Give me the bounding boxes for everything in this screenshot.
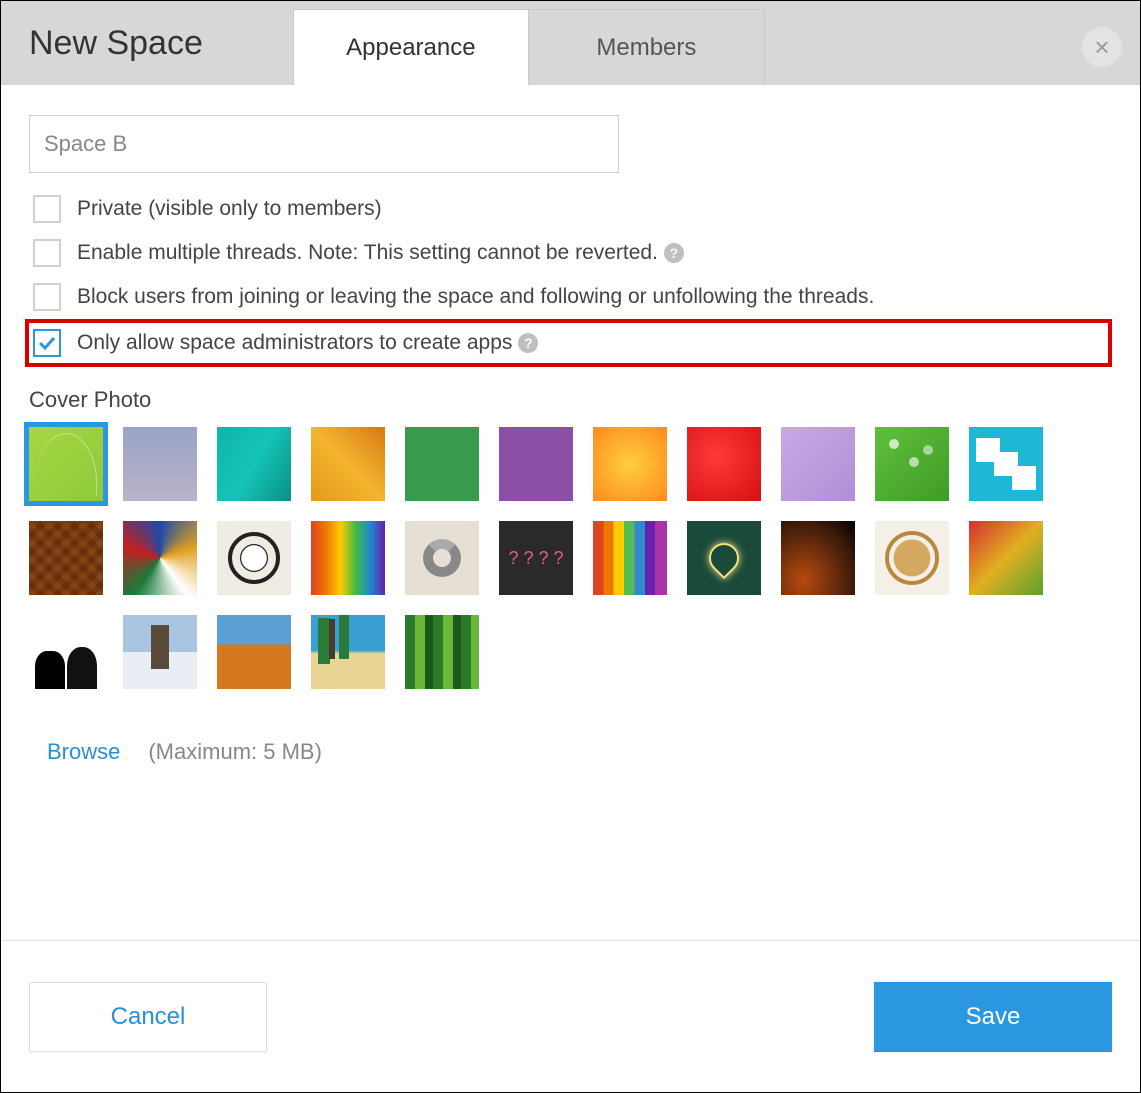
option-private-label: Private (visible only to members) [77, 197, 382, 221]
checkbox-block-join[interactable] [33, 283, 61, 311]
close-icon: × [1094, 32, 1109, 63]
cover-thumb-9[interactable] [781, 427, 855, 501]
cover-thumb-25[interactable] [217, 615, 291, 689]
cover-thumb-18[interactable] [593, 521, 667, 595]
tab-bar: Appearance Members [293, 9, 765, 85]
help-icon[interactable]: ? [664, 243, 684, 263]
appearance-panel: Private (visible only to members) Enable… [1, 85, 1140, 775]
dialog-footer: Cancel Save [1, 940, 1140, 1092]
cover-thumb-15[interactable] [311, 521, 385, 595]
cover-thumb-2[interactable] [123, 427, 197, 501]
check-icon [37, 333, 57, 353]
checkbox-admin-apps[interactable] [33, 329, 61, 357]
tab-appearance[interactable]: Appearance [293, 9, 529, 85]
dialog-header: New Space Appearance Members × [1, 1, 1140, 85]
option-admin-apps-label: Only allow space administrators to creat… [77, 331, 512, 355]
tab-members[interactable]: Members [529, 9, 765, 85]
cover-thumb-1[interactable] [29, 427, 103, 501]
cover-thumb-17[interactable] [499, 521, 573, 595]
cover-thumb-19[interactable] [687, 521, 761, 595]
cover-thumb-21[interactable] [875, 521, 949, 595]
upload-max-hint: (Maximum: 5 MB) [148, 739, 322, 765]
cover-thumb-11[interactable] [969, 427, 1043, 501]
help-icon[interactable]: ? [518, 333, 538, 353]
checkbox-private[interactable] [33, 195, 61, 223]
cover-thumb-24[interactable] [123, 615, 197, 689]
cover-thumb-16[interactable] [405, 521, 479, 595]
cover-thumb-23[interactable] [29, 615, 103, 689]
option-private[interactable]: Private (visible only to members) [29, 187, 1112, 231]
cover-thumb-3[interactable] [217, 427, 291, 501]
cover-thumb-6[interactable] [499, 427, 573, 501]
cover-photo-label: Cover Photo [29, 387, 1112, 413]
close-button[interactable]: × [1082, 27, 1122, 67]
cover-thumb-26[interactable] [311, 615, 385, 689]
cover-thumb-10[interactable] [875, 427, 949, 501]
option-block-join[interactable]: Block users from joining or leaving the … [29, 275, 1112, 319]
cover-photo-grid [29, 427, 1089, 689]
cover-thumb-12[interactable] [29, 521, 103, 595]
cover-thumb-14[interactable] [217, 521, 291, 595]
dialog-title: New Space [29, 24, 263, 85]
cover-thumb-20[interactable] [781, 521, 855, 595]
option-multithread-label: Enable multiple threads. Note: This sett… [77, 241, 658, 265]
option-admin-apps[interactable]: Only allow space administrators to creat… [25, 319, 1112, 367]
checkbox-multithread[interactable] [33, 239, 61, 267]
cover-thumb-7[interactable] [593, 427, 667, 501]
cover-thumb-8[interactable] [687, 427, 761, 501]
cover-thumb-27[interactable] [405, 615, 479, 689]
cancel-button[interactable]: Cancel [29, 982, 267, 1052]
cover-thumb-22[interactable] [969, 521, 1043, 595]
save-button[interactable]: Save [874, 982, 1112, 1052]
space-name-input[interactable] [29, 115, 619, 173]
cover-thumb-4[interactable] [311, 427, 385, 501]
option-block-join-label: Block users from joining or leaving the … [77, 285, 874, 309]
upload-row: Browse (Maximum: 5 MB) [29, 739, 1112, 765]
browse-link[interactable]: Browse [47, 739, 120, 765]
option-multithread[interactable]: Enable multiple threads. Note: This sett… [29, 231, 1112, 275]
options-group: Private (visible only to members) Enable… [29, 187, 1112, 367]
cover-thumb-5[interactable] [405, 427, 479, 501]
cover-thumb-13[interactable] [123, 521, 197, 595]
